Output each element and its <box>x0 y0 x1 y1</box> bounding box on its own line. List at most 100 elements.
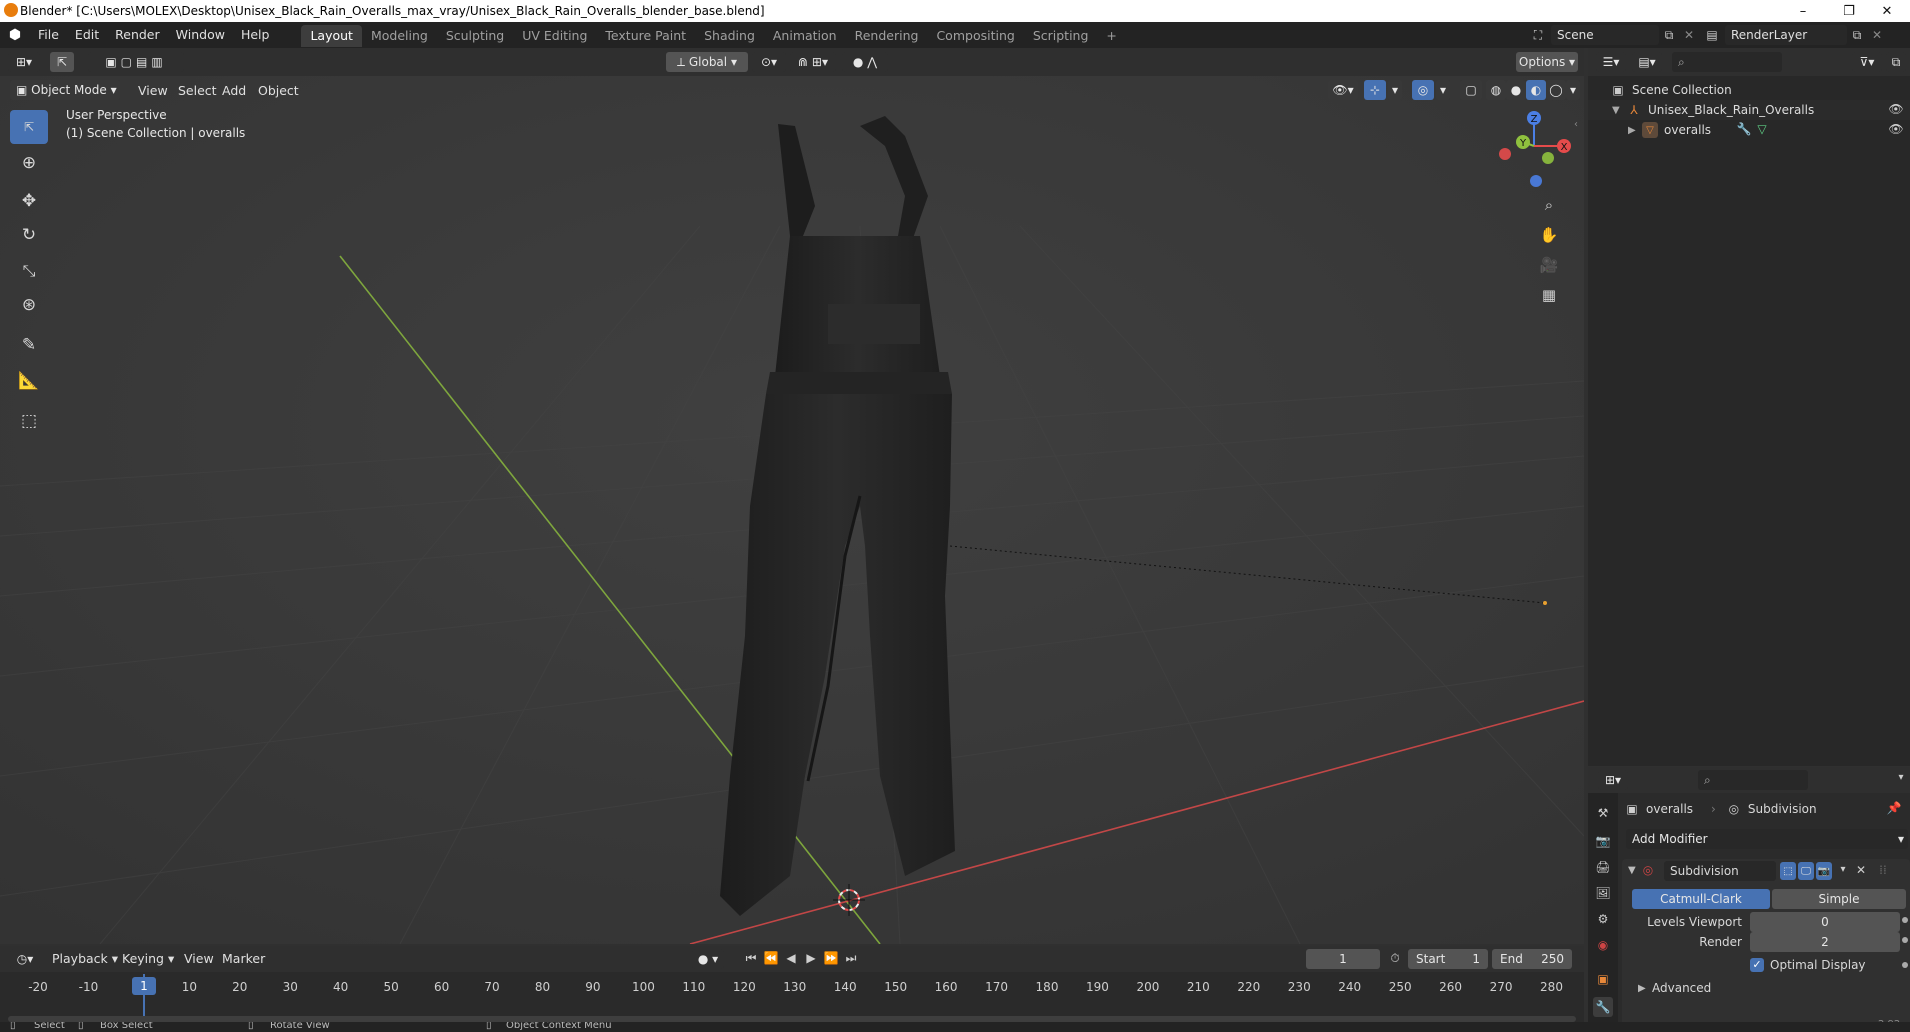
editor-type-icon[interactable]: ⊞▾ <box>8 52 40 72</box>
playhead-frame-label[interactable]: 1 <box>131 977 156 995</box>
advanced-section-label[interactable]: Advanced <box>1652 981 1711 995</box>
jump-end-icon[interactable]: ⏭ <box>842 951 860 966</box>
menu-window[interactable]: Window <box>168 22 233 48</box>
auto-keying-icon[interactable]: ● ▾ <box>692 949 724 969</box>
ortho-grid-icon[interactable]: ▦ <box>1536 282 1562 308</box>
menu-help[interactable]: Help <box>233 22 278 48</box>
expand-arrow-icon[interactable]: ▼ <box>1612 105 1626 116</box>
xray-toggle-icon[interactable]: ▢ <box>1460 80 1482 100</box>
minimize-button[interactable]: – <box>1780 0 1826 22</box>
simple-button[interactable]: Simple <box>1772 889 1906 909</box>
modifier-wrench-icon[interactable]: 🔧 <box>1736 122 1752 136</box>
menu-render[interactable]: Render <box>107 22 168 48</box>
pin-icon[interactable]: 📌 <box>1886 801 1902 815</box>
overlays-dropdown-icon[interactable]: ▾ <box>1436 80 1450 100</box>
move-tool-icon[interactable]: ✥ <box>10 184 48 218</box>
outliner-row-scene-collection[interactable]: ▣ Scene Collection <box>1588 80 1910 100</box>
timeline-ruler[interactable]: -20-100102030405060708090100110120130140… <box>0 974 1584 1024</box>
outliner-row-object[interactable]: ▶ ▽ overalls 🔧 ▽ 👁 <box>1588 120 1910 140</box>
proportional-edit-icon[interactable]: ● ⋀ <box>842 52 888 72</box>
add-cube-tool-icon[interactable]: ⬚ <box>10 404 48 438</box>
close-button[interactable]: ✕ <box>1864 0 1910 22</box>
sidebar-toggle-icon[interactable]: ‹ <box>1570 116 1582 132</box>
3d-viewport[interactable]: Z X Y ▣ Object Mode ▾ View Select Add Ob… <box>0 76 1584 944</box>
levels-viewport-field[interactable]: 0 <box>1750 912 1900 932</box>
modifier-drag-handle-icon[interactable]: ⁞⁞ <box>1876 863 1890 877</box>
tab-sculpting[interactable]: Sculpting <box>437 25 513 47</box>
catmull-clark-button[interactable]: Catmull-Clark <box>1632 889 1770 909</box>
properties-search-input[interactable]: ⌕ <box>1698 770 1808 790</box>
start-frame-field[interactable]: Start 1 <box>1408 949 1488 969</box>
tool-tab-icon[interactable]: ⚒ <box>1593 803 1613 823</box>
play-reverse-icon[interactable]: ◀ <box>782 951 800 965</box>
scene-tab-icon[interactable]: ⚙ <box>1593 909 1613 929</box>
mesh-data-icon[interactable]: ▽ <box>1754 122 1770 136</box>
view-layer-tab-icon[interactable]: 🖼 <box>1593 883 1613 903</box>
delete-scene-icon[interactable]: ✕ <box>1679 28 1699 42</box>
scene-selector[interactable]: Scene <box>1551 25 1659 45</box>
world-tab-icon[interactable]: ◉ <box>1593 935 1613 955</box>
viewport-menu-add[interactable]: Add <box>214 80 254 102</box>
current-frame-field[interactable]: 1 <box>1306 949 1380 969</box>
optimal-display-checkbox[interactable]: ✓ <box>1750 958 1764 972</box>
advanced-expand-icon[interactable]: ▶ <box>1638 983 1646 994</box>
render-levels-field[interactable]: 2 <box>1750 932 1900 952</box>
gizmo-toggle-icon[interactable]: ⊹ <box>1364 80 1386 100</box>
add-workspace-button[interactable]: + <box>1097 25 1125 47</box>
viewport-toggle-icon[interactable]: 🖵 <box>1798 862 1814 880</box>
delete-layer-icon[interactable]: ✕ <box>1867 28 1887 42</box>
snap-icon[interactable]: ⋒ ⊞▾ <box>790 52 836 72</box>
visibility-icon[interactable]: 👁▾ <box>1328 80 1358 100</box>
pan-hand-icon[interactable]: ✋ <box>1536 222 1562 248</box>
new-collection-icon[interactable]: ⧉ <box>1886 52 1906 72</box>
properties-options-icon[interactable]: ▾ <box>1894 772 1908 783</box>
properties-editor-type-icon[interactable]: ⊞▾ <box>1598 770 1628 790</box>
render-toggle-icon[interactable]: 📷 <box>1816 862 1832 880</box>
modifier-collapse-icon[interactable]: ▼ <box>1628 865 1636 876</box>
material-shading-icon[interactable]: ◐ <box>1526 80 1546 100</box>
menu-file[interactable]: File <box>30 22 67 48</box>
modifier-remove-icon[interactable]: ✕ <box>1854 863 1868 877</box>
tab-layout[interactable]: Layout <box>301 25 362 47</box>
rendered-shading-icon[interactable]: ◯ <box>1546 80 1566 100</box>
keyframe-dot-icon-3[interactable] <box>1902 962 1908 968</box>
tab-animation[interactable]: Animation <box>764 25 846 47</box>
keyframe-dot-icon[interactable] <box>1902 917 1908 923</box>
selection-mode-icons[interactable]: ▣▢▤▥ <box>88 52 184 72</box>
viewport-menu-view[interactable]: View <box>130 80 176 102</box>
object-mode-dropdown[interactable]: ▣ Object Mode ▾ <box>10 80 120 100</box>
wireframe-shading-icon[interactable]: ◍ <box>1486 80 1506 100</box>
jump-prev-keyframe-icon[interactable]: ⏪ <box>762 951 780 965</box>
tab-shading[interactable]: Shading <box>695 25 764 47</box>
transform-tool-icon[interactable]: ⊛ <box>10 288 48 322</box>
view-layer-selector[interactable]: RenderLayer <box>1725 25 1847 45</box>
menu-edit[interactable]: Edit <box>67 22 107 48</box>
select-box-tool-icon[interactable]: ⇱ <box>10 110 48 144</box>
end-frame-field[interactable]: End 250 <box>1492 949 1572 969</box>
output-tab-icon[interactable]: 🖨 <box>1593 857 1613 877</box>
camera-view-icon[interactable]: 🎥 <box>1536 252 1562 278</box>
outliner-search-input[interactable]: ⌕ <box>1672 52 1782 72</box>
annotate-tool-icon[interactable]: ✎ <box>10 328 48 362</box>
render-tab-icon[interactable]: 📷 <box>1593 831 1613 851</box>
collapse-arrow-icon[interactable]: ▶ <box>1628 125 1642 136</box>
modifier-name-field[interactable]: Subdivision <box>1664 861 1776 881</box>
measure-tool-icon[interactable]: 📐 <box>10 364 48 398</box>
new-scene-icon[interactable]: ⧉ <box>1659 28 1679 43</box>
preview-range-icon[interactable]: ⏱ <box>1386 951 1404 966</box>
rotate-tool-icon[interactable]: ↻ <box>10 218 48 252</box>
tab-compositing[interactable]: Compositing <box>927 25 1023 47</box>
solid-shading-icon[interactable]: ● <box>1506 80 1526 100</box>
modifier-options-icon[interactable]: ▾ <box>1836 864 1850 875</box>
blender-menu-icon[interactable]: ⬢ <box>0 27 30 43</box>
select-tool-icon[interactable]: ⇱ <box>50 52 74 72</box>
timeline-menu-keying[interactable]: Keying ▾ <box>114 946 182 972</box>
add-modifier-dropdown[interactable]: Add Modifier ▾ <box>1626 829 1908 849</box>
tab-texture-paint[interactable]: Texture Paint <box>596 25 695 47</box>
display-mode-icon[interactable]: ▤▾ <box>1632 52 1662 72</box>
tab-modeling[interactable]: Modeling <box>362 25 437 47</box>
zoom-icon[interactable]: ⌕ <box>1536 192 1562 218</box>
modifier-tab-icon[interactable]: 🔧 <box>1593 997 1613 1017</box>
viewport-menu-object[interactable]: Object <box>250 80 307 102</box>
options-dropdown[interactable]: Options ▾ <box>1516 52 1578 72</box>
